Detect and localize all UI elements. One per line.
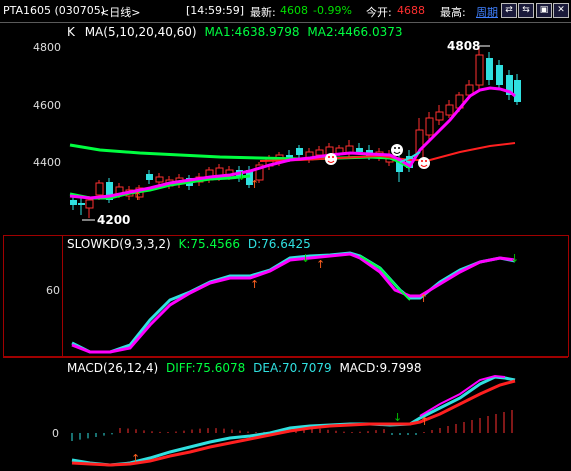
macd-up-arrow-icon: ↑ xyxy=(131,452,140,465)
candle-body xyxy=(425,117,434,136)
kd-up-arrow-icon: ↑ xyxy=(250,278,259,291)
candle-body xyxy=(445,104,454,116)
candle-body xyxy=(435,111,444,121)
candle-body xyxy=(475,54,484,86)
kd-d-line xyxy=(71,252,516,354)
candle-body xyxy=(315,149,324,156)
up-arrow-icon: ↑ xyxy=(250,178,259,191)
macd-down-arrow-icon: ↓ xyxy=(393,411,402,424)
candle-body xyxy=(514,80,521,102)
kd-down-arrow-icon: ↓ xyxy=(301,252,310,265)
kd-up-arrow-icon: ↑ xyxy=(419,292,428,305)
candle-body xyxy=(296,148,303,155)
low-marker-text: 4200 xyxy=(97,213,130,227)
macd-up-arrow-icon: ↑ xyxy=(420,415,429,428)
candle-body xyxy=(486,58,493,80)
candle-body xyxy=(155,176,164,183)
high-marker-text: 4808 xyxy=(447,39,480,53)
candle-body xyxy=(356,148,363,152)
kd-up-arrow-icon: ↑ xyxy=(316,258,325,271)
smiley-icon-1 xyxy=(325,153,337,165)
smiley-icon-2 xyxy=(391,144,403,156)
candle-body xyxy=(146,174,153,180)
up-arrow-icon: ↑ xyxy=(133,190,142,203)
kd-down-arrow-icon: ↓ xyxy=(510,252,519,265)
candle-body xyxy=(496,65,503,85)
candle-body xyxy=(95,182,104,196)
candle-body xyxy=(85,199,94,209)
down-arrow-icon: ↓ xyxy=(237,170,246,183)
candle-body xyxy=(78,203,85,205)
chart-canvas[interactable]: 4808 4200 ↑ ↓ ↑ ↑ ↑ ↑ ↓ ↓ ↑ ↓ ↑ xyxy=(0,0,571,471)
candle-body xyxy=(70,200,77,205)
macd-histogram xyxy=(71,410,513,441)
smiley-icon-3 xyxy=(418,157,430,169)
